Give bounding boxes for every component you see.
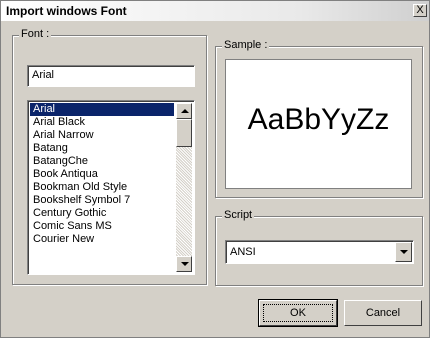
- font-group: Font : Arial Arial Arial Black Arial Narro…: [12, 28, 207, 285]
- script-group-label: Script: [222, 209, 255, 221]
- ok-button[interactable]: OK: [258, 299, 338, 327]
- font-name-input[interactable]: Arial: [27, 65, 195, 87]
- script-select-value: ANSI: [230, 246, 256, 258]
- scroll-thumb[interactable]: [176, 119, 192, 147]
- chevron-down-icon: [400, 250, 408, 254]
- font-list-item[interactable]: Arial: [30, 103, 174, 116]
- font-list-item[interactable]: Arial Narrow: [30, 129, 174, 142]
- sample-group-label: Sample :: [222, 39, 270, 51]
- sample-preview: AaBbYyZz: [225, 59, 412, 189]
- script-dropdown-button[interactable]: [395, 242, 412, 262]
- cancel-button[interactable]: Cancel: [344, 300, 422, 326]
- import-font-dialog: Import windows Font X Font : Arial Arial…: [0, 0, 430, 338]
- cancel-button-label: Cancel: [365, 307, 401, 319]
- font-group-label: Font :: [19, 28, 52, 40]
- title-bar[interactable]: Import windows Font X: [1, 1, 429, 21]
- arrow-down-icon: [181, 262, 189, 266]
- focus-rect: [263, 304, 333, 322]
- script-group: Script ANSI: [215, 209, 423, 286]
- font-list-item[interactable]: Comic Sans MS: [30, 220, 174, 233]
- font-list-item[interactable]: Batang: [30, 142, 174, 155]
- close-button[interactable]: X: [413, 4, 427, 17]
- scroll-up-button[interactable]: [176, 103, 192, 119]
- script-select[interactable]: ANSI: [225, 240, 414, 264]
- font-list-scrollbar[interactable]: [176, 103, 192, 272]
- font-list[interactable]: Arial Arial Black Arial Narrow Batang Batang…: [27, 100, 195, 275]
- font-list-item[interactable]: BatangChe: [30, 155, 174, 168]
- sample-group: Sample : AaBbYyZz: [215, 39, 423, 198]
- font-list-item[interactable]: Century Gothic: [30, 207, 174, 220]
- arrow-up-icon: [181, 109, 189, 113]
- sample-text: AaBbYyZz: [247, 103, 390, 136]
- font-list-item[interactable]: Book Antiqua: [30, 168, 174, 181]
- font-list-item[interactable]: Arial Black: [30, 116, 174, 129]
- font-list-item[interactable]: Bookman Old Style: [30, 181, 174, 194]
- font-list-item[interactable]: Bookshelf Symbol 7: [30, 194, 174, 207]
- font-list-item[interactable]: Courier New: [30, 233, 174, 246]
- window-title: Import windows Font: [6, 4, 127, 18]
- scroll-down-button[interactable]: [176, 256, 192, 272]
